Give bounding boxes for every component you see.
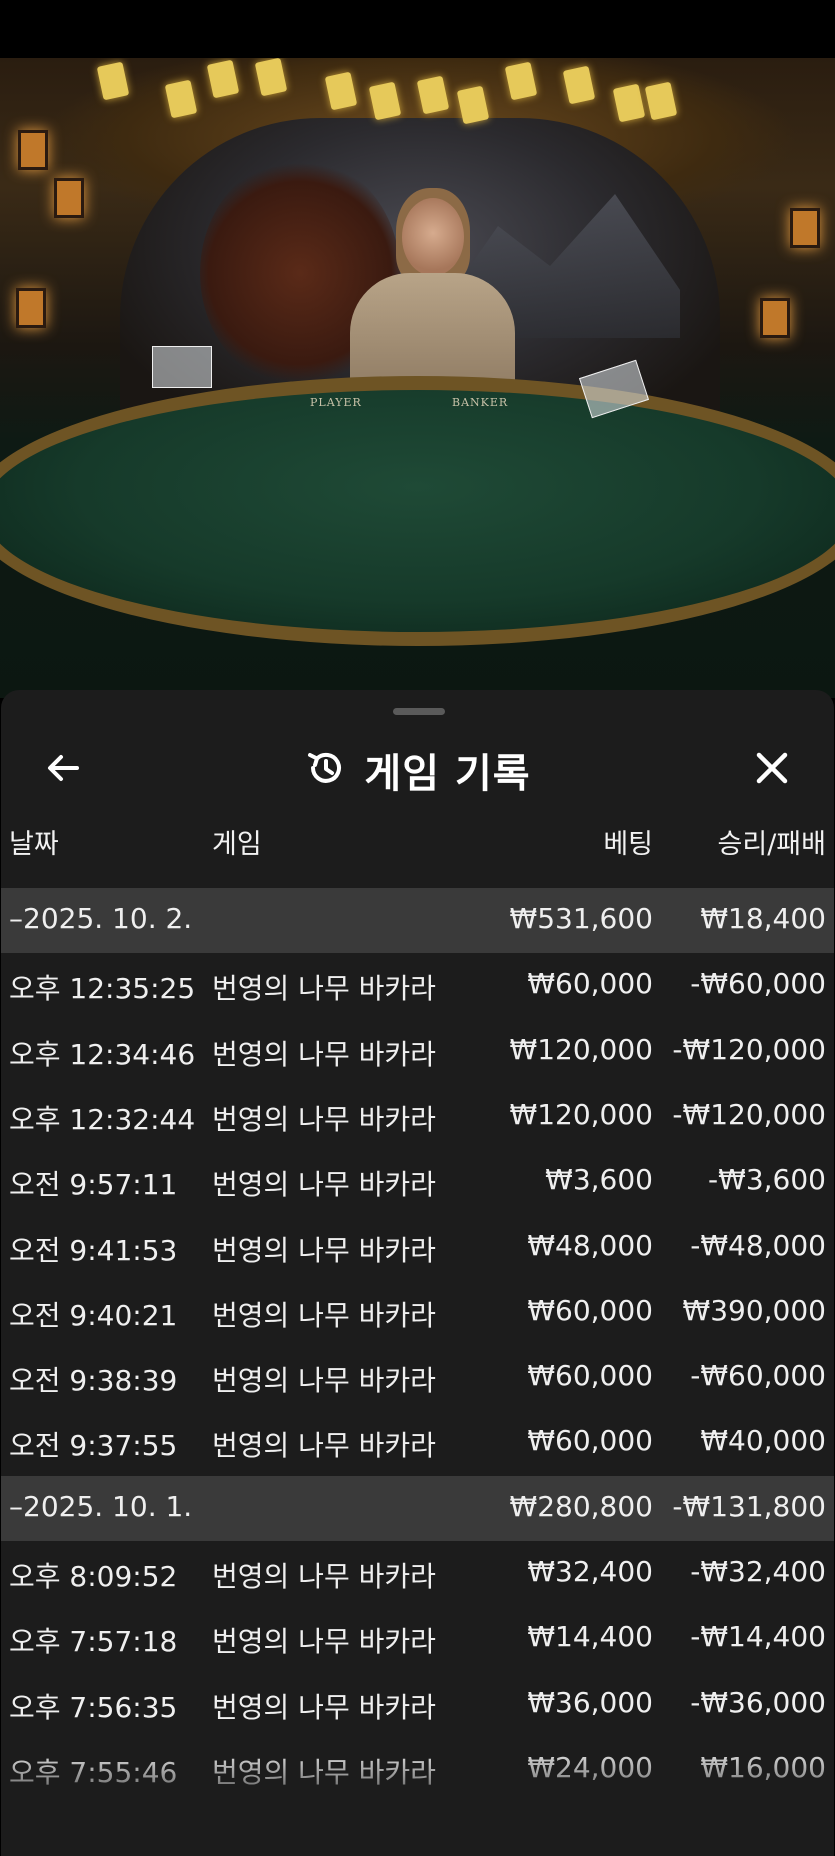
row-time: 오후 7:56:35	[9, 1690, 178, 1724]
row-result: -₩60,000	[690, 967, 826, 1001]
row-result: -₩48,000	[690, 1228, 826, 1262]
dealer-head	[402, 198, 464, 276]
lantern	[16, 288, 46, 328]
history-row[interactable]: 오전 9:38:39 번영의 나무 바카라 ₩60,000 -₩60,000	[1, 1345, 834, 1410]
row-game: 번영의 나무 바카라	[212, 1690, 436, 1724]
table-label-player: PLAYER	[310, 396, 362, 409]
row-result: -₩60,000	[690, 1359, 826, 1393]
history-icon	[304, 746, 348, 794]
column-header-game[interactable]: 게임	[212, 822, 262, 861]
row-time: 오전 9:40:21	[9, 1298, 178, 1332]
history-row[interactable]: 오후 7:56:35 번영의 나무 바카라 ₩36,000 -₩36,000	[1, 1672, 834, 1737]
row-bet: ₩36,000	[527, 1685, 653, 1719]
row-result: -₩120,000	[672, 1097, 826, 1131]
history-row[interactable]: 오후 8:09:52 번영의 나무 바카라 ₩32,400 -₩32,400	[1, 1541, 834, 1606]
column-headers: 날짜 게임 베팅 승리/패배	[1, 808, 834, 866]
group-date: –2025. 10. 1.	[9, 1489, 193, 1523]
row-game: 번영의 나무 바카라	[212, 1560, 436, 1593]
drag-handle[interactable]	[393, 708, 445, 715]
group-result-total: -₩131,800	[672, 1489, 826, 1523]
row-result: ₩16,000	[700, 1750, 826, 1784]
history-row[interactable]: 오전 9:57:11 번영의 나무 바카라 ₩3,600 -₩3,600	[1, 1149, 834, 1214]
row-game: 번영의 나무 바카라	[212, 1102, 436, 1136]
row-time: 오전 9:57:11	[9, 1168, 178, 1202]
row-bet: ₩14,400	[527, 1620, 653, 1654]
row-game: 번영의 나무 바카라	[212, 1429, 436, 1463]
lantern	[790, 208, 820, 248]
row-bet: ₩60,000	[527, 1293, 653, 1327]
lantern	[18, 130, 48, 170]
date-group-row[interactable]: –2025. 10. 1. ₩280,800 -₩131,800	[1, 1475, 834, 1541]
history-row[interactable]: 오후 7:57:18 번영의 나무 바카라 ₩14,400 -₩14,400	[1, 1606, 834, 1671]
row-game: 번영의 나무 바카라	[212, 972, 436, 1006]
baccarat-table	[0, 376, 835, 646]
row-time: 오후 12:35:25	[9, 972, 196, 1006]
row-bet: ₩32,400	[527, 1555, 653, 1588]
group-bet-total: ₩531,600	[509, 902, 653, 935]
row-bet: ₩48,000	[527, 1228, 653, 1262]
lantern	[760, 298, 790, 338]
date-group-row[interactable]: –2025. 10. 2. ₩531,600 ₩18,400	[1, 888, 834, 953]
row-result: -₩3,600	[708, 1163, 826, 1197]
row-time: 오후 7:55:46	[9, 1755, 178, 1789]
card-discard-tray	[152, 346, 212, 388]
row-result: -₩36,000	[690, 1685, 826, 1719]
row-result: ₩390,000	[682, 1293, 826, 1327]
row-bet: ₩120,000	[509, 1032, 653, 1066]
game-history-panel: 게임 기록 날짜 게임 베팅 승리/패배 –2025. 10. 2. ₩531,6…	[1, 690, 834, 1856]
row-game: 번영의 나무 바카라	[212, 1364, 436, 1398]
history-row[interactable]: 오후 12:34:46 번영의 나무 바카라 ₩120,000 -₩120,000	[1, 1019, 834, 1084]
row-game: 번영의 나무 바카라	[212, 1625, 436, 1659]
row-game: 번영의 나무 바카라	[212, 1233, 436, 1267]
row-result: -₩120,000	[672, 1032, 826, 1066]
row-bet: ₩3,600	[545, 1163, 653, 1197]
history-row[interactable]: 오후 12:32:44 번영의 나무 바카라 ₩120,000 -₩120,000	[1, 1084, 834, 1149]
row-time: 오후 12:32:44	[9, 1102, 196, 1136]
row-bet: ₩60,000	[527, 967, 653, 1001]
row-game: 번영의 나무 바카라	[212, 1755, 436, 1789]
row-game: 번영의 나무 바카라	[212, 1037, 436, 1071]
group-bet-total: ₩280,800	[509, 1489, 653, 1523]
hanging-card	[96, 61, 130, 101]
row-result: -₩32,400	[690, 1555, 826, 1588]
column-header-date[interactable]: 날짜	[9, 822, 59, 861]
panel-header: 게임 기록	[1, 730, 834, 810]
history-row[interactable]: 오전 9:37:55 번영의 나무 바카라 ₩60,000 ₩40,000	[1, 1410, 834, 1475]
lantern	[54, 178, 84, 218]
group-result-total: ₩18,400	[700, 902, 826, 935]
history-row[interactable]: 오후 7:55:46 번영의 나무 바카라 ₩24,000 ₩16,000	[1, 1737, 834, 1802]
history-row[interactable]: 오후 12:35:25 번영의 나무 바카라 ₩60,000 -₩60,000	[1, 953, 834, 1018]
row-time: 오전 9:37:55	[9, 1429, 178, 1463]
row-time: 오전 9:38:39	[9, 1364, 178, 1398]
table-label-banker: BANKER	[452, 396, 509, 409]
row-bet: ₩60,000	[527, 1424, 653, 1458]
row-game: 번영의 나무 바카라	[212, 1298, 436, 1332]
top-bar	[0, 0, 835, 58]
column-header-result[interactable]: 승리/패배	[718, 822, 826, 861]
row-time: 오전 9:41:53	[9, 1233, 178, 1267]
panel-title-group: 게임 기록	[1, 730, 834, 810]
row-bet: ₩60,000	[527, 1359, 653, 1393]
close-icon	[752, 748, 792, 792]
row-game: 번영의 나무 바카라	[212, 1168, 436, 1202]
row-time: 오후 12:34:46	[9, 1037, 196, 1071]
history-row[interactable]: 오전 9:41:53 번영의 나무 바카라 ₩48,000 -₩48,000	[1, 1215, 834, 1280]
history-row[interactable]: 오전 9:40:21 번영의 나무 바카라 ₩60,000 ₩390,000	[1, 1280, 834, 1345]
row-bet: ₩120,000	[509, 1097, 653, 1131]
row-time: 오후 7:57:18	[9, 1625, 178, 1659]
row-result: -₩14,400	[690, 1620, 826, 1654]
live-dealer-video: PLAYER BANKER	[0, 58, 835, 698]
panel-title: 게임 기록	[364, 751, 531, 797]
group-date: –2025. 10. 2.	[9, 902, 193, 935]
close-button[interactable]	[742, 740, 802, 800]
row-result: ₩40,000	[700, 1424, 826, 1458]
column-header-bet[interactable]: 베팅	[603, 822, 653, 861]
row-time: 오후 8:09:52	[9, 1560, 178, 1593]
row-bet: ₩24,000	[527, 1750, 653, 1784]
